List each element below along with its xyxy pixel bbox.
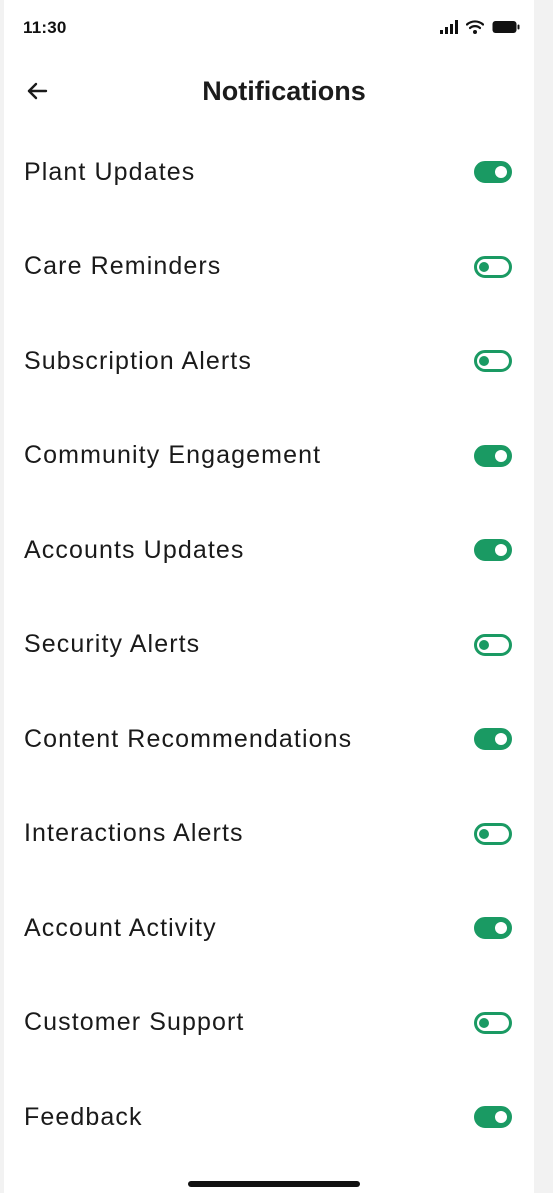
setting-label: Feedback xyxy=(24,1102,143,1131)
setting-toggle[interactable] xyxy=(474,350,512,373)
toggle-knob xyxy=(479,639,489,650)
setting-label: Care Reminders xyxy=(24,252,222,281)
setting-label: Content Recommendations xyxy=(24,724,353,753)
setting-label: Subscription Alerts xyxy=(24,346,252,375)
notifications-screen: 11:30 Notifications Plant Updates Care R… xyxy=(4,0,534,1193)
setting-toggle[interactable] xyxy=(474,728,512,751)
setting-toggle[interactable] xyxy=(474,1011,512,1034)
toggle-knob xyxy=(495,1111,507,1124)
notification-setting-row: Content Recommendations xyxy=(4,692,534,787)
status-icons xyxy=(440,20,520,39)
status-time: 11:30 xyxy=(23,18,67,37)
notification-settings-list: Plant Updates Care Reminders Subscription … xyxy=(4,125,534,1165)
toggle-knob xyxy=(495,166,507,179)
notification-setting-row: Account Activity xyxy=(4,881,534,976)
toggle-knob xyxy=(495,733,507,746)
setting-toggle[interactable] xyxy=(474,255,512,278)
setting-toggle[interactable] xyxy=(474,444,512,467)
setting-toggle[interactable] xyxy=(474,917,512,940)
setting-label: Plant Updates xyxy=(24,157,196,186)
setting-toggle[interactable] xyxy=(474,161,512,184)
toggle-knob xyxy=(479,828,489,839)
setting-label: Security Alerts xyxy=(24,630,201,659)
setting-toggle[interactable] xyxy=(474,1106,512,1129)
notification-setting-row: Plant Updates xyxy=(4,125,534,220)
toggle-knob xyxy=(479,356,489,367)
header: Notifications xyxy=(4,64,534,120)
notification-setting-row: Care Reminders xyxy=(4,220,534,315)
setting-label: Community Engagement xyxy=(24,441,322,470)
setting-label: Account Activity xyxy=(24,913,217,942)
toggle-knob xyxy=(479,1017,489,1028)
toggle-knob xyxy=(495,449,507,462)
notification-setting-row: Accounts Updates xyxy=(4,503,534,598)
notification-setting-row: Customer Support xyxy=(4,976,534,1071)
toggle-knob xyxy=(495,544,507,557)
toggle-knob xyxy=(495,922,507,935)
setting-toggle[interactable] xyxy=(474,822,512,845)
setting-label: Customer Support xyxy=(24,1008,245,1037)
battery-icon xyxy=(492,20,520,39)
cellular-signal-icon xyxy=(440,20,458,39)
status-bar: 11:30 xyxy=(4,0,534,56)
notification-setting-row: Feedback xyxy=(4,1070,534,1165)
notification-setting-row: Subscription Alerts xyxy=(4,314,534,409)
wifi-icon xyxy=(465,20,485,39)
page-title: Notifications xyxy=(202,76,366,106)
setting-toggle[interactable] xyxy=(474,539,512,562)
notification-setting-row: Community Engagement xyxy=(4,409,534,504)
setting-label: Interactions Alerts xyxy=(24,819,244,848)
notification-setting-row: Interactions Alerts xyxy=(4,787,534,882)
setting-toggle[interactable] xyxy=(474,633,512,656)
home-indicator xyxy=(188,1181,360,1187)
setting-label: Accounts Updates xyxy=(24,535,245,564)
toggle-knob xyxy=(479,261,489,272)
notification-setting-row: Security Alerts xyxy=(4,598,534,693)
